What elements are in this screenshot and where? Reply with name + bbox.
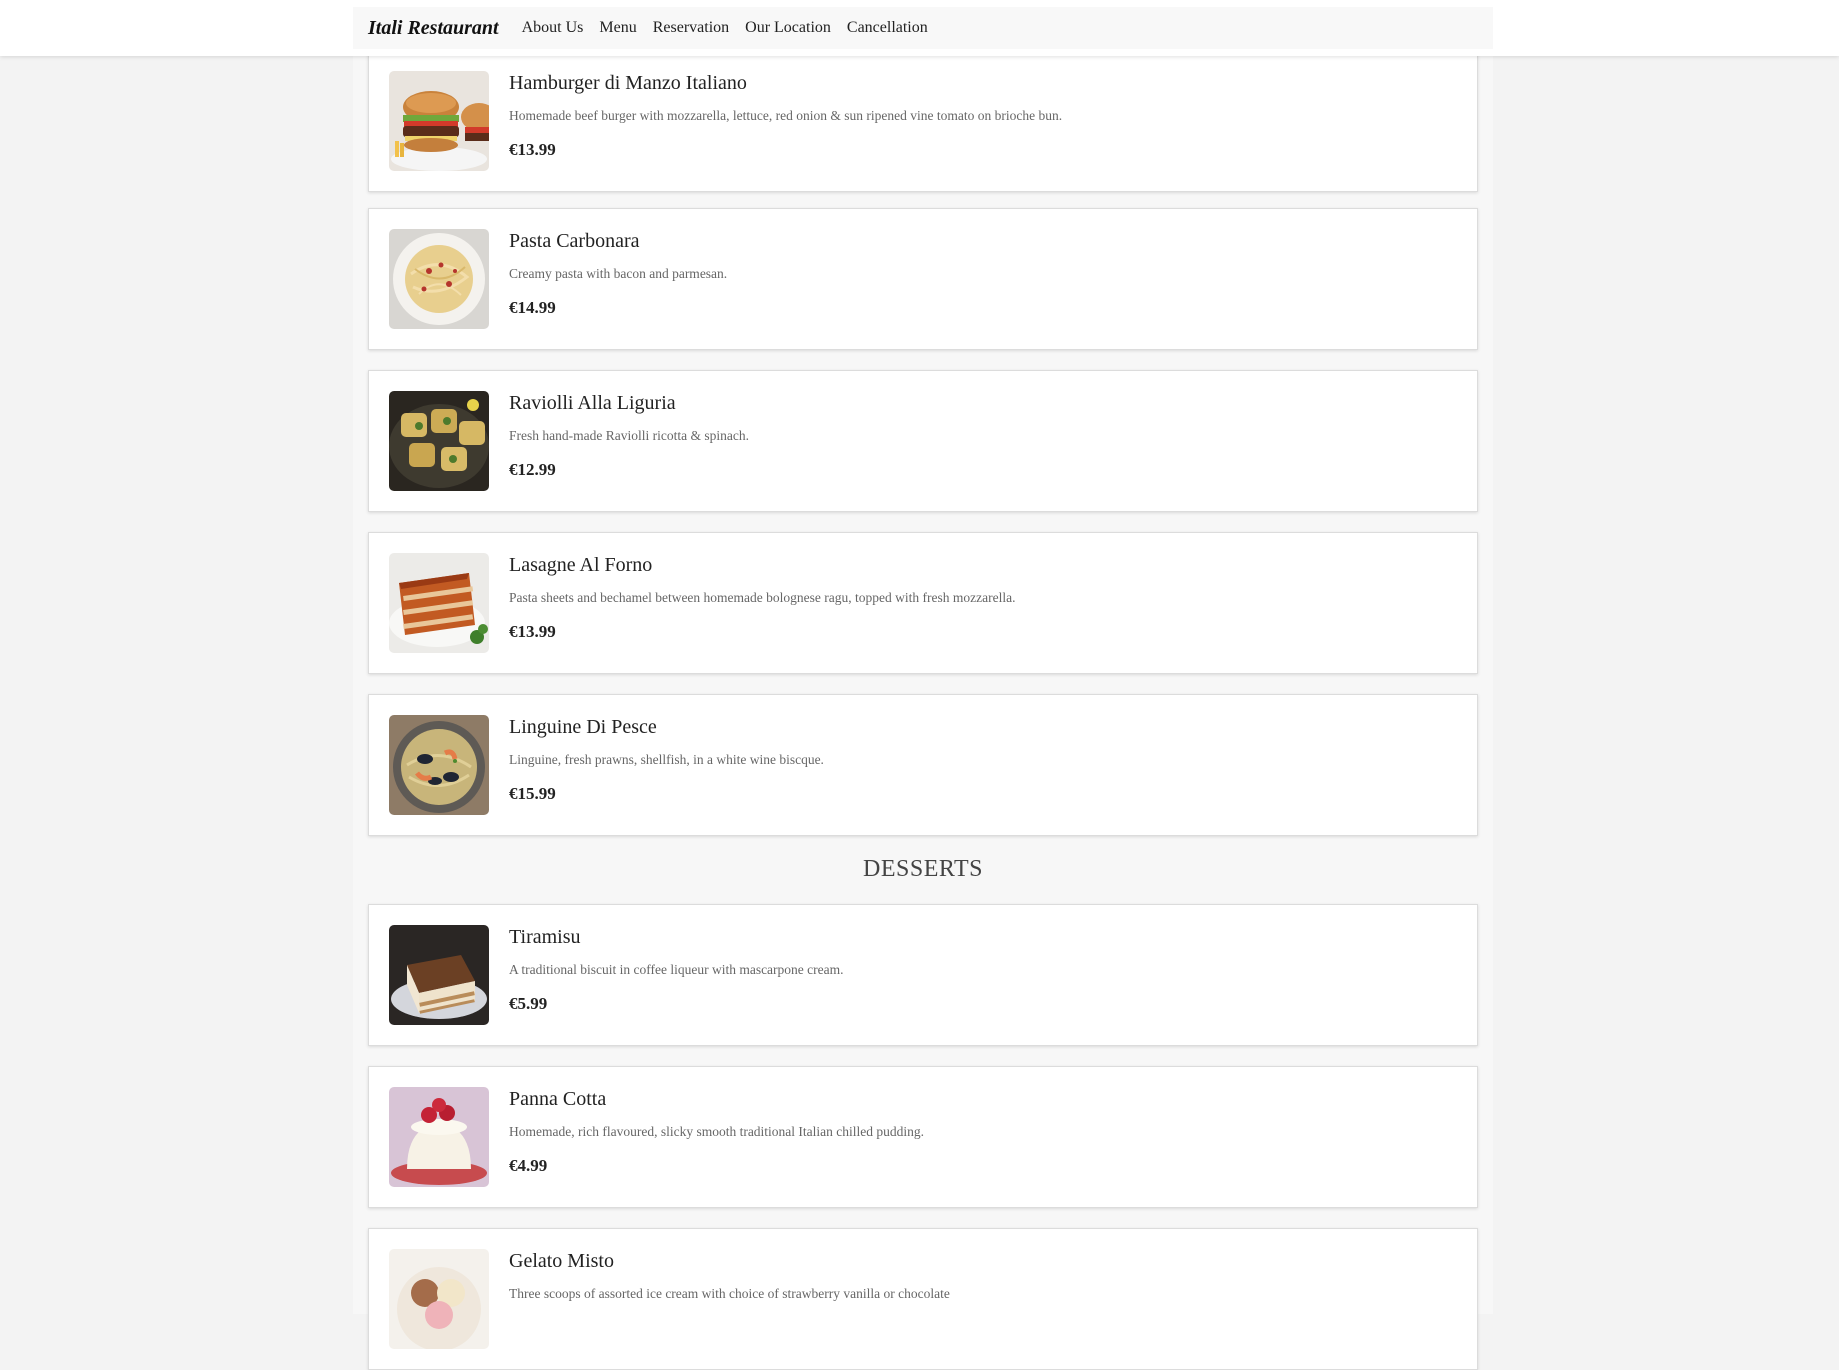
- item-name: Linguine Di Pesce: [509, 716, 657, 738]
- panna-cotta-image: [389, 1087, 489, 1187]
- ravioli-image: [389, 391, 489, 491]
- item-name: Hamburger di Manzo Italiano: [509, 72, 747, 94]
- menu-item-card: Pasta Carbonara Creamy pasta with bacon …: [368, 208, 1478, 350]
- item-description: Pasta sheets and bechamel between homema…: [509, 590, 1016, 605]
- menu-item-card: Raviolli Alla Liguria Fresh hand-made Ra…: [368, 370, 1478, 512]
- item-price: €15.99: [509, 784, 556, 803]
- item-price: €13.99: [509, 622, 556, 641]
- navbar: Itali Restaurant About Us Menu Reservati…: [0, 0, 1839, 56]
- item-description: A traditional biscuit in coffee liqueur …: [509, 962, 844, 977]
- menu-container: Hamburger di Manzo Italiano Homemade bee…: [353, 0, 1493, 1370]
- menu-item-card: Lasagne Al Forno Pasta sheets and becham…: [368, 532, 1478, 674]
- item-price: €5.99: [509, 994, 548, 1013]
- navbar-inner: Itali Restaurant About Us Menu Reservati…: [353, 7, 1493, 49]
- menu-item-card: Linguine Di Pesce Linguine, fresh prawns…: [368, 694, 1478, 836]
- item-name: Gelato Misto: [509, 1250, 614, 1272]
- item-description: Three scoops of assorted ice cream with …: [509, 1286, 950, 1301]
- item-price: €4.99: [509, 1156, 548, 1175]
- nav-link-about-us[interactable]: About Us: [522, 19, 584, 37]
- gelato-image: [389, 1249, 489, 1349]
- item-price: €14.99: [509, 298, 556, 317]
- item-name: Raviolli Alla Liguria: [509, 392, 676, 414]
- menu-item-card: Gelato Misto Three scoops of assorted ic…: [368, 1228, 1478, 1370]
- item-description: Creamy pasta with bacon and parmesan.: [509, 266, 728, 281]
- menu-item-card: Panna Cotta Homemade, rich flavoured, sl…: [368, 1066, 1478, 1208]
- menu-item-card: Hamburger di Manzo Italiano Homemade bee…: [368, 50, 1478, 192]
- item-name: Pasta Carbonara: [509, 230, 640, 252]
- nav-link-reservation[interactable]: Reservation: [653, 19, 729, 37]
- item-name: Panna Cotta: [509, 1088, 607, 1110]
- tiramisu-image: [389, 925, 489, 1025]
- lasagne-image: [389, 553, 489, 653]
- item-name: Tiramisu: [509, 926, 581, 948]
- item-description: Linguine, fresh prawns, shellfish, in a …: [509, 752, 824, 767]
- brand-logo[interactable]: Itali Restaurant: [368, 17, 499, 40]
- linguine-image: [389, 715, 489, 815]
- nav-link-menu[interactable]: Menu: [599, 19, 636, 37]
- desserts-heading: DESSERTS: [863, 856, 983, 882]
- nav-link-our-location[interactable]: Our Location: [745, 19, 831, 37]
- item-name: Lasagne Al Forno: [509, 554, 653, 576]
- nav-link-cancellation[interactable]: Cancellation: [847, 19, 928, 37]
- item-price: €12.99: [509, 460, 556, 479]
- carbonara-image: [389, 229, 489, 329]
- item-description: Fresh hand-made Raviolli ricotta & spina…: [509, 428, 749, 443]
- item-price: €13.99: [509, 140, 556, 159]
- menu-item-card: Tiramisu A traditional biscuit in coffee…: [368, 904, 1478, 1046]
- item-description: Homemade, rich flavoured, slicky smooth …: [509, 1124, 925, 1139]
- burger-image: [389, 71, 489, 171]
- item-description: Homemade beef burger with mozzarella, le…: [509, 108, 1063, 123]
